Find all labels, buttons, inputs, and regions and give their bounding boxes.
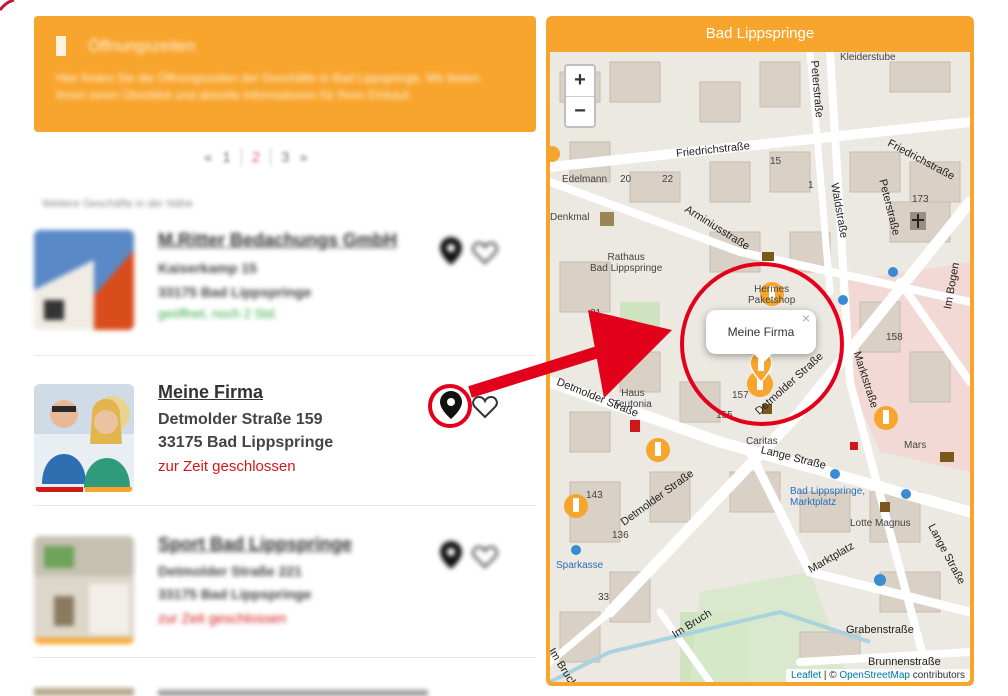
business-street: Detmolder Straße 221 [158,563,302,579]
popup-close-button[interactable]: × [802,296,810,340]
pagination-page-2[interactable]: 2 [252,149,260,166]
list-item[interactable]: Sport Bad Lippspringe Detmolder Straße 2… [34,508,536,658]
map-view[interactable]: Kleiderstube Peterstraße Friedrichstraße… [550,52,970,682]
map-label: 15 [770,156,782,167]
leaflet-link[interactable]: Leaflet [791,670,821,681]
business-street: Detmolder Straße 159 [158,411,323,428]
map-label: Mars [904,440,927,451]
zoom-out-button[interactable]: − [566,96,594,126]
osm-link[interactable]: OpenStreetMap [839,670,910,681]
pagination-page-3[interactable]: 3 [281,149,289,166]
heart-icon[interactable] [470,392,500,422]
map-label: 20 [620,174,632,185]
business-status: zur Zeit geschlossen [158,458,296,475]
pagination-prev[interactable]: « [204,149,212,166]
business-name[interactable]: M.Ritter Bedachungs GmbH [158,230,397,251]
business-street: Kaiserkamp 15 [158,260,257,276]
zoom-in-button[interactable]: + [566,66,594,96]
business-city: 33175 Bad Lippspringe [158,434,334,451]
map-label: Rathaus Bad Lippspringe [590,252,663,274]
info-icon [56,36,66,56]
business-name[interactable]: Meine Firma [158,382,263,403]
map-street-label: Grabenstraße [846,624,914,636]
list-item[interactable]: Meine Firma Detmolder Straße 159 33175 B… [34,356,536,506]
attribution-separator: | © [821,670,840,681]
map-label: Bad Lippspringe, Marktplatz [790,486,866,508]
map-label: 31 [590,308,602,319]
business-status: zur Zeit geschlossen [158,610,287,626]
map-label: 173 [912,194,929,205]
map-label: 157 [732,390,749,401]
business-thumbnail [34,230,134,330]
zoom-control: + − [564,64,596,128]
business-city: 33175 Bad Lippspringe [158,284,312,300]
map-label: Lotte Magnus [850,518,911,529]
map-pin-icon[interactable] [436,390,466,420]
business-name[interactable]: Sport Bad Lippspringe [158,534,352,555]
next-item-title [158,690,428,696]
business-thumbnail [34,536,134,644]
pagination-next[interactable]: » [299,149,307,166]
next-item-thumbnail [34,688,134,696]
map-label: Edelmann [562,174,608,185]
page: Öffnungszeiten Hier finden Sie die Öffnu… [0,0,1008,696]
corner-mark [0,0,15,11]
map-label: 1 [808,180,814,191]
map-title: Bad Lippspringe [705,25,815,42]
map-label: Denkmal [550,212,590,223]
pagination-divider [240,148,242,166]
notice-text: Hier finden Sie die Öffnungszeiten der G… [56,71,481,102]
map-panel: Bad Lippspringe Kleiderstube Peterstraße… [546,16,974,686]
pagination-page-1[interactable]: 1 [222,149,230,166]
color-bar-orange [85,487,132,492]
map-label: 22 [662,174,674,185]
pagination: « 1 2 3 » [204,146,308,168]
business-thumbnail [34,384,134,492]
map-pin-icon[interactable] [436,540,466,570]
map-label: 155 [716,410,733,421]
pagination-divider [270,148,272,166]
map-label: Sparkasse [556,560,604,571]
heart-icon[interactable] [470,542,500,572]
popup-text: Meine Firma [727,325,795,339]
map-attribution: Leaflet | © OpenStreetMap contributors [786,669,970,682]
map-pin-icon[interactable] [436,236,466,266]
map-label: Kleiderstube [840,52,896,63]
heart-icon[interactable] [470,238,500,268]
business-city: 33175 Bad Lippspringe [158,586,312,602]
notice-title: Öffnungszeiten [88,38,196,55]
map-street-label: Brunnenstraße [868,656,941,668]
map-popup: × Meine Firma [706,310,816,363]
map-label: Hermes Paketshop [748,284,796,306]
color-bar-red [36,487,83,492]
map-label: 33 [598,592,610,603]
map-label: 136 [612,530,629,541]
business-status: geöffnet, noch 2 Std. [158,306,278,321]
map-label: 158 [886,332,903,343]
map-label: 143 [586,490,603,501]
attribution-tail: contributors [909,670,965,681]
list-item[interactable]: M.Ritter Bedachungs GmbH Kaiserkamp 15 3… [34,206,536,356]
